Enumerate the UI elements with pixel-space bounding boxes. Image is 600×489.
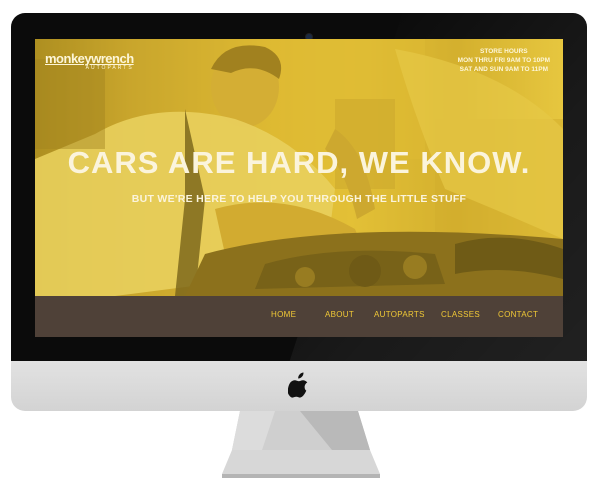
imac-monitor: monkeywrench AUTOPARTS STORE HOURS MON T… bbox=[0, 0, 600, 489]
monitor-stand bbox=[222, 411, 380, 478]
